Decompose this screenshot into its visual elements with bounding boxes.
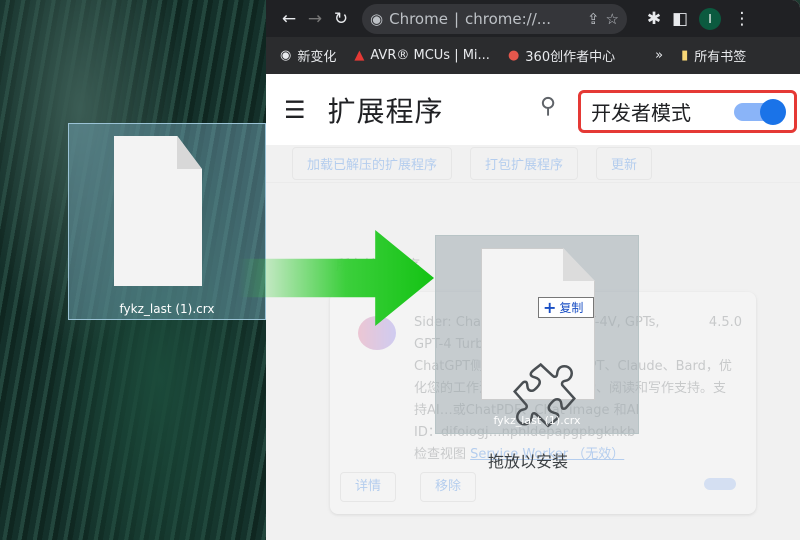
desktop-file-crx[interactable]: fykz_last (1).crx (68, 123, 266, 320)
chrome-icon: ◉ (370, 9, 384, 28)
pack-extension-button[interactable]: 打包扩展程序 (470, 147, 579, 180)
inspect-link[interactable]: Service Worker （无效） (470, 447, 624, 462)
folder-icon: ▮ (681, 48, 689, 63)
section-title: 所有扩展程序 (336, 258, 420, 274)
extension-description: ChatGPT侧边栏：整合ChatGPT、Claude、Bard，优化您的工作流… (414, 359, 732, 418)
omnibox[interactable]: ◉ Chrome | chrome://... ⇪ ☆ (362, 3, 627, 34)
file-name: fykz_last (1).crx (119, 302, 215, 316)
all-bookmarks-label: 所有书签 (694, 50, 747, 65)
extension-toggle[interactable] (704, 478, 736, 490)
extensions-icon[interactable]: ✱ (641, 9, 667, 29)
url-text: chrome://... (465, 9, 552, 28)
bookmark-label: 360创作者中心 (525, 50, 616, 65)
hamburger-icon[interactable]: ☰ (284, 96, 306, 124)
load-unpacked-button[interactable]: 加载已解压的扩展程序 (292, 147, 453, 180)
brain-icon (358, 316, 396, 350)
forward-icon[interactable]: → (302, 9, 328, 29)
bookmark-item[interactable]: ● 360创作者中心 (508, 46, 615, 65)
bookmarks-bar: ◉ 新变化 ▲ AVR® MCUs | Mi... ● 360创作者中心 » ▮ 所有书… (266, 37, 800, 74)
developer-mode-highlight: 开发者模式 (578, 90, 797, 133)
toolbar: ← → ↻ ◉ Chrome | chrome://... ⇪ ☆ ✱ ◧ I … (266, 0, 800, 37)
search-icon[interactable]: ⚲ (540, 94, 556, 119)
extensions-page: 加载已解压的扩展程序 打包扩展程序 更新 所有扩展程序 Sider: ChatG… (266, 145, 800, 540)
separator: | (453, 9, 459, 28)
c-logo-icon: ● (507, 48, 520, 63)
bookmark-label: 新变化 (297, 50, 337, 65)
all-bookmarks[interactable]: ▮ 所有书签 (681, 46, 746, 65)
site-label: Chrome (389, 9, 448, 28)
developer-mode-toggle[interactable] (734, 99, 786, 125)
extension-name: Sider: ChatGPT侧边栏 + GPT-4V, GPTs, GPT-4 … (414, 315, 660, 352)
update-button[interactable]: 更新 (596, 147, 653, 180)
details-button[interactable]: 详情 (340, 472, 397, 502)
inspect-label: 检查视图 (414, 447, 467, 462)
extension-version: 4.5.0 (708, 315, 742, 330)
menu-dots-icon[interactable]: ⋮ (729, 9, 755, 29)
chrome-window: ← → ↻ ◉ Chrome | chrome://... ⇪ ☆ ✱ ◧ I … (266, 0, 800, 540)
avatar[interactable]: I (699, 7, 721, 30)
bookmark-label: AVR® MCUs | Mi... (370, 48, 490, 63)
page-title: 扩展程序 (327, 94, 444, 128)
extension-id: ID：difoiogj…nphldepapgpbgkhkb (414, 425, 636, 440)
bookmark-item[interactable]: ▲ AVR® MCUs | Mi... (354, 48, 490, 63)
page-header: ☰ 扩展程序 ⚲ 开发者模式 (266, 74, 800, 145)
extension-card: Sider: ChatGPT侧边栏 + GPT-4V, GPTs, GPT-4 … (330, 292, 756, 514)
star-icon[interactable]: ☆ (606, 10, 619, 28)
chrome-icon: ◉ (280, 48, 292, 63)
bookmark-item[interactable]: ◉ 新变化 (280, 46, 336, 65)
bookmarks-more[interactable]: » (655, 48, 663, 63)
developer-mode-label: 开发者模式 (591, 101, 691, 125)
desktop-background: fykz_last (1).crx (0, 0, 266, 540)
microchip-icon: ▲ (354, 48, 365, 63)
share-icon[interactable]: ⇪ (587, 10, 600, 28)
back-icon[interactable]: ← (276, 9, 302, 29)
remove-button[interactable]: 移除 (420, 472, 477, 502)
reload-icon[interactable]: ↻ (328, 9, 354, 29)
side-panel-icon[interactable]: ◧ (667, 9, 693, 29)
